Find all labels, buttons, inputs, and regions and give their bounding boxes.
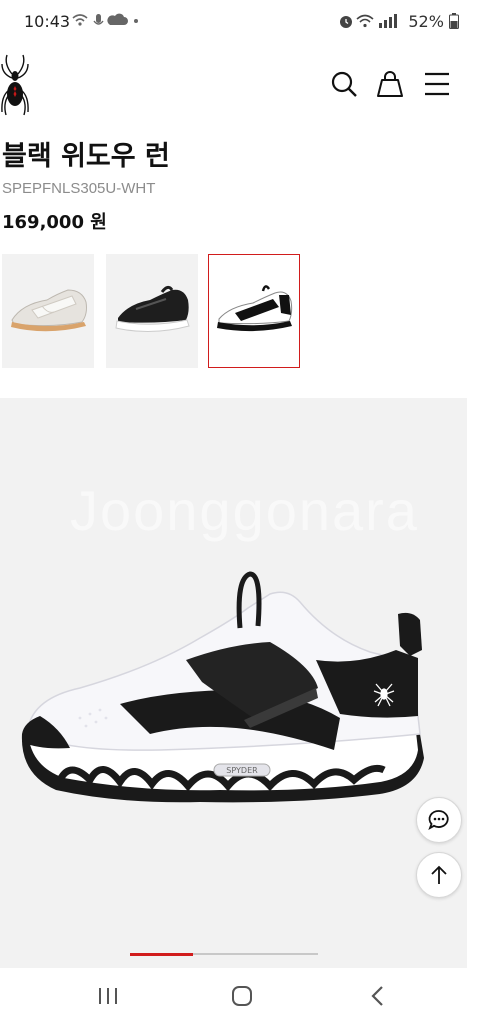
thumbnail-white-beige-shoe[interactable] — [2, 254, 94, 368]
home-icon[interactable] — [222, 980, 262, 1012]
bag-icon[interactable] — [376, 70, 404, 98]
status-time: 10:43 — [24, 12, 71, 31]
recent-apps-icon[interactable] — [88, 980, 128, 1012]
site-header — [0, 50, 485, 120]
scroll-top-button[interactable] — [416, 852, 462, 898]
shoe-thumbnail-image — [11, 289, 87, 332]
thumbnail-black-white-shoe[interactable] — [106, 254, 198, 368]
gallery-progress-track — [130, 953, 318, 956]
brand-plate-text: SPYDER — [226, 766, 258, 775]
product-price: 169,000 원 — [2, 212, 107, 233]
battery-icon — [449, 13, 459, 29]
system-status-icons — [340, 14, 398, 28]
thumbnail-white-black-shoe[interactable] — [208, 254, 300, 368]
status-bar: 10:43 52% — [0, 0, 485, 44]
shoe-thumbnail-image — [115, 285, 190, 333]
arrow-up-icon — [431, 865, 447, 884]
product-title: 블랙 위도우 런 — [2, 141, 170, 172]
watermark-text: Joonggonara — [70, 479, 419, 542]
menu-icon[interactable] — [423, 70, 451, 98]
system-nav-bar — [0, 968, 485, 1024]
gallery-progress-fill — [130, 953, 193, 956]
status-left-icons — [72, 12, 142, 32]
battery-percent: 52% — [408, 12, 444, 31]
status-right-group: 52% — [339, 12, 459, 31]
chat-icon — [428, 810, 449, 830]
spider-logo-icon[interactable] — [0, 54, 32, 116]
chat-button[interactable] — [416, 797, 462, 843]
notification-icons — [72, 13, 138, 26]
shoe-thumbnail-image — [217, 285, 293, 332]
product-sku: SPEPFNLS305U-WHT — [2, 180, 156, 197]
back-icon[interactable] — [358, 980, 398, 1012]
search-icon[interactable] — [330, 70, 358, 98]
